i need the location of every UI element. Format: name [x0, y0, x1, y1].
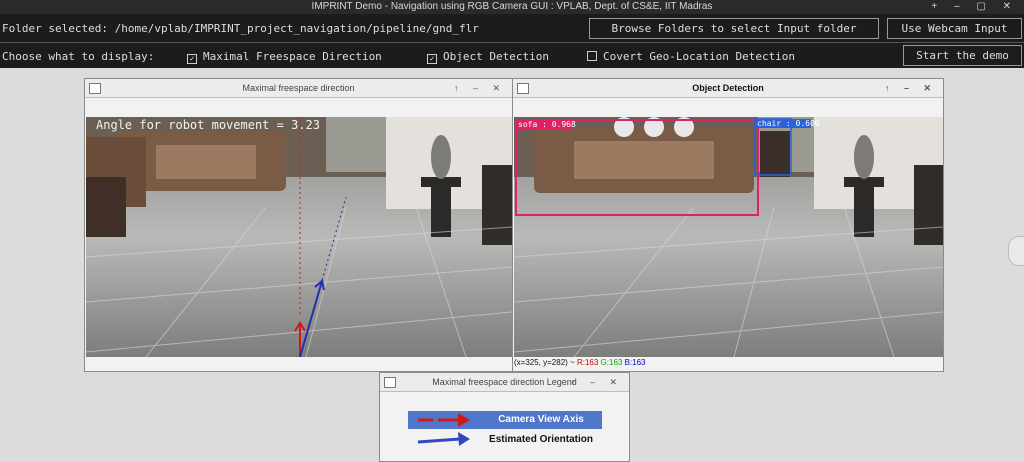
object-detection-window: Object Detection ↑ – ✕ sofa: 0.968 chai…: [512, 78, 944, 372]
freespace-window-buttons[interactable]: ↑ – ✕: [454, 79, 506, 97]
freespace-scene: Angle for robot movement = 3.23: [86, 117, 512, 357]
blue-arrow-icon: [417, 432, 470, 446]
freespace-window: Maximal freespace direction ↑ – ✕ Angle …: [84, 78, 513, 372]
legend-window-titlebar: Maximal freespace direction Legend ↑ – ✕: [380, 373, 629, 392]
pixel-coords: (x=325, y=282) ~: [514, 358, 575, 367]
legend-window: Maximal freespace direction Legend ↑ – ✕…: [379, 372, 630, 462]
app-title-bar: IMPRINT Demo - Navigation using RGB Came…: [0, 0, 1024, 14]
checkbox-geolocation[interactable]: Covert Geo-Location Detection: [587, 50, 795, 63]
choose-display-label: Choose what to display:: [2, 50, 155, 63]
checkbox-object-detection[interactable]: ✓ Object Detection: [427, 50, 549, 64]
browse-folders-button[interactable]: Browse Folders to select Input folder: [589, 18, 879, 39]
freespace-window-titlebar: Maximal freespace direction ↑ – ✕: [85, 79, 512, 98]
webcam-input-button[interactable]: Use Webcam Input: [887, 18, 1022, 39]
checkbox-geolocation-label: Covert Geo-Location Detection: [603, 50, 796, 63]
detection-camera-view: sofa : 0.968 chair : 0.600: [514, 117, 943, 357]
sofa-detection-label: sofa : 0.968: [518, 120, 576, 129]
folder-path-label: Folder selected: /home/vplab/IMPRINT_pro…: [2, 22, 479, 35]
pixel-b-value: B:163: [624, 358, 646, 367]
chair-detection-label: chair : 0.600: [757, 119, 820, 128]
start-demo-button[interactable]: Start the demo: [903, 45, 1022, 66]
legend-window-title: Maximal freespace direction Legend: [432, 377, 577, 387]
legend-item-orientation: Estimated Orientation: [408, 431, 602, 449]
pixel-r-value: R:163: [576, 358, 599, 367]
legend-orientation-label: Estimated Orientation: [489, 434, 593, 445]
checkbox-icon[interactable]: [587, 51, 597, 61]
scroll-handle-icon[interactable]: [1008, 236, 1024, 266]
freespace-camera-view: Angle for robot movement = 3.23: [86, 117, 512, 357]
detection-window-title: Object Detection: [692, 83, 764, 93]
checkbox-freespace[interactable]: ✓ Maximal Freespace Direction: [187, 50, 382, 64]
red-arrow-icon: [418, 413, 470, 427]
angle-readout: Angle for robot movement = 3.23: [96, 118, 320, 132]
app-icon: [517, 83, 529, 94]
toolbar: Folder selected: /home/vplab/IMPRINT_pro…: [0, 14, 1024, 68]
checkbox-object-detection-label: Object Detection: [443, 50, 549, 63]
legend-camera-axis-label: Camera View Axis: [498, 414, 584, 425]
app-icon: [384, 377, 396, 388]
pixel-g-value: G:163: [600, 358, 623, 367]
toolbar-row-display: Choose what to display: ✓ Maximal Freespa…: [0, 43, 1024, 68]
legend-window-buttons[interactable]: ↑ – ✕: [571, 373, 623, 391]
checkbox-freespace-label: Maximal Freespace Direction: [203, 50, 382, 63]
checkbox-icon[interactable]: ✓: [427, 54, 437, 64]
app-title: IMPRINT Demo - Navigation using RGB Came…: [311, 1, 713, 12]
pixel-status-bar: (x=325, y=282) ~ R:163 G:163 B:163: [514, 357, 942, 369]
freespace-window-title: Maximal freespace direction: [242, 83, 355, 93]
window-controls[interactable]: + – ▢ ✕: [931, 0, 1018, 14]
detection-scene: sofa : 0.968 chair : 0.600: [514, 117, 943, 357]
app-icon: [89, 83, 101, 94]
detection-window-buttons[interactable]: ↑ – ✕: [885, 79, 937, 97]
checkbox-icon[interactable]: ✓: [187, 54, 197, 64]
detection-window-titlebar: Object Detection ↑ – ✕: [513, 79, 943, 98]
toolbar-row-folder: Folder selected: /home/vplab/IMPRINT_pro…: [0, 14, 1024, 43]
legend-item-camera-axis: Camera View Axis: [408, 411, 602, 429]
